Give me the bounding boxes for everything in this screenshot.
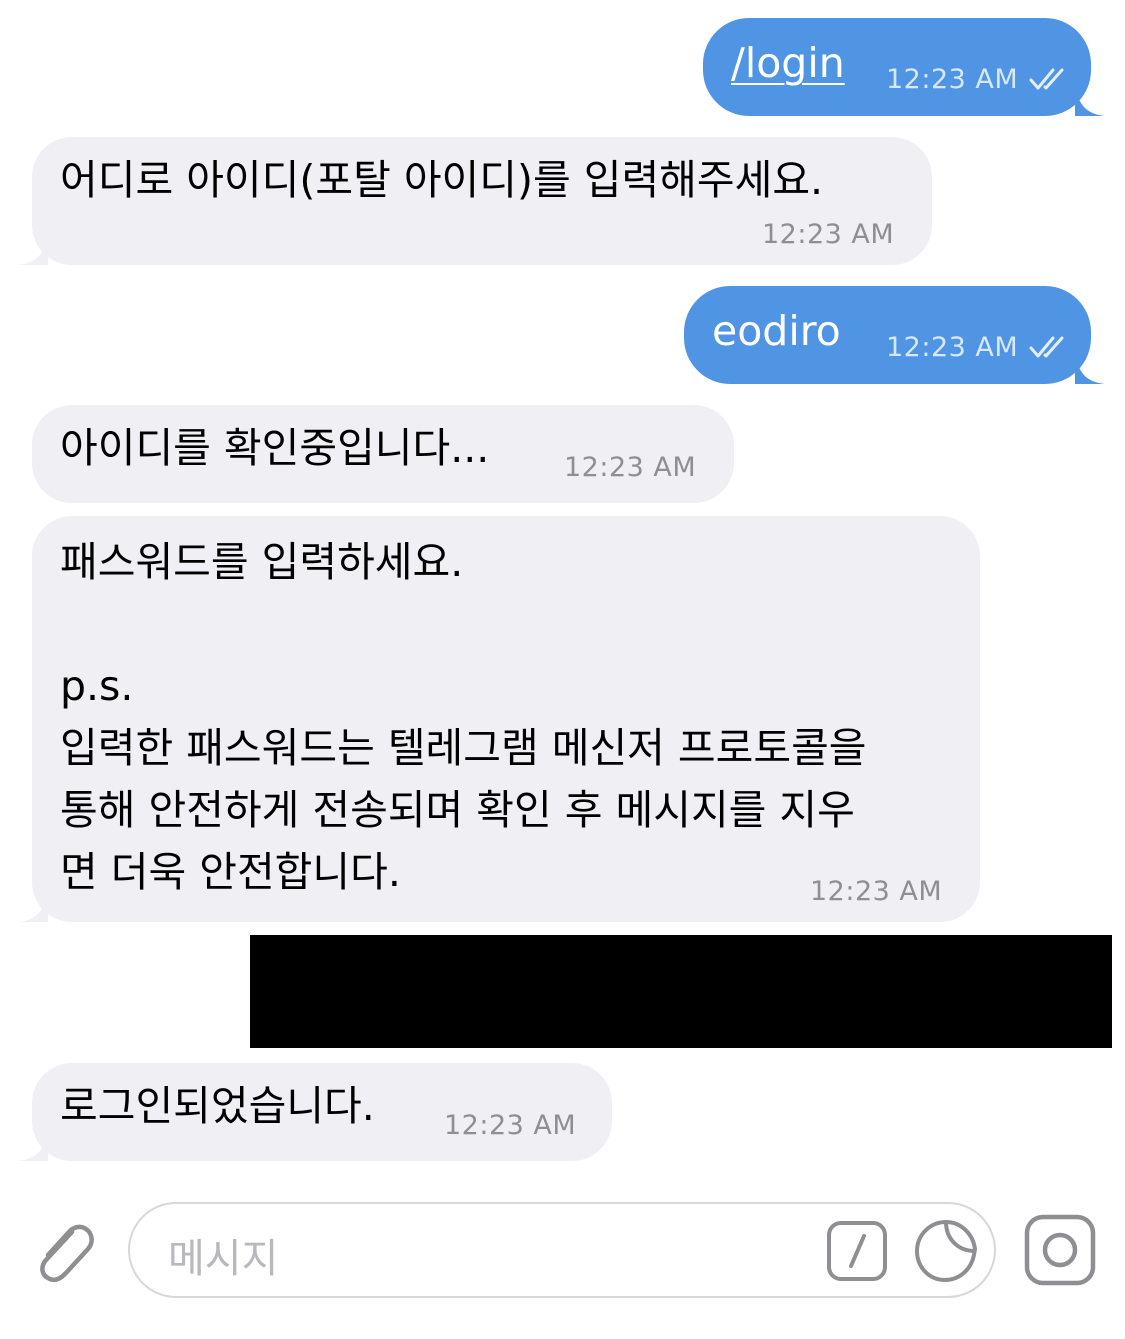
camera-icon[interactable] (1024, 1214, 1096, 1286)
bubble-tail (18, 235, 48, 265)
bot-command-link[interactable]: /login (731, 33, 845, 93)
slash-command-icon[interactable] (826, 1220, 888, 1282)
outgoing-message-bubble[interactable]: eodiro 12:23 AM (684, 286, 1105, 384)
incoming-message-bubble[interactable]: 아이디를 확인중입니다... 12:23 AM (32, 405, 734, 503)
bubble-tail (1075, 354, 1105, 384)
incoming-message-bubble[interactable]: 어디로 아이디(포탈 아이디)를 입력해주세요. 12:23 AM (18, 137, 932, 265)
bubble-tail (18, 892, 48, 922)
message-timestamp: 12:23 AM (762, 219, 895, 250)
incoming-message-bubble[interactable]: 패스워드를 입력하세요. p.s. 입력한 패스워드는 텔레그램 메신저 프로토… (18, 516, 980, 922)
message-timestamp: 12:23 AM (810, 876, 943, 907)
redacted-outgoing-message (250, 935, 1112, 1048)
message-timestamp: 12:23 AM (886, 64, 1019, 95)
message-text: 아이디를 확인중입니다... (60, 424, 490, 472)
sticker-icon[interactable] (914, 1219, 978, 1283)
read-checkmarks-icon (1029, 336, 1064, 358)
message-timestamp: 12:23 AM (444, 1110, 577, 1141)
message-text: eodiro (712, 307, 841, 355)
read-checkmarks-icon (1029, 68, 1064, 90)
bubble-tail (18, 1131, 48, 1161)
message-timestamp: 12:23 AM (564, 452, 697, 483)
message-line: 입력한 패스워드는 텔레그램 메신저 프로토콜을 (60, 724, 867, 772)
message-line: 통해 안전하게 전송되며 확인 후 메시지를 지우 (60, 786, 855, 834)
message-line: p.s. (60, 662, 134, 710)
paperclip-icon[interactable] (28, 1214, 98, 1288)
message-input[interactable]: 메시지 (128, 1202, 996, 1298)
message-input-bar: 메시지 (0, 1180, 1125, 1339)
message-input-placeholder: 메시지 (168, 1236, 279, 1282)
message-line: 면 더욱 안전합니다. (60, 848, 401, 896)
message-timestamp: 12:23 AM (886, 332, 1019, 363)
message-text: 어디로 아이디(포탈 아이디)를 입력해주세요. (60, 156, 824, 204)
bubble-tail (1075, 86, 1105, 116)
outgoing-message-bubble[interactable]: /login 12:23 AM (703, 18, 1105, 116)
incoming-message-bubble[interactable]: 로그인되었습니다. 12:23 AM (18, 1063, 612, 1161)
message-line: 패스워드를 입력하세요. (60, 538, 464, 586)
message-text: 로그인되었습니다. (60, 1082, 375, 1130)
